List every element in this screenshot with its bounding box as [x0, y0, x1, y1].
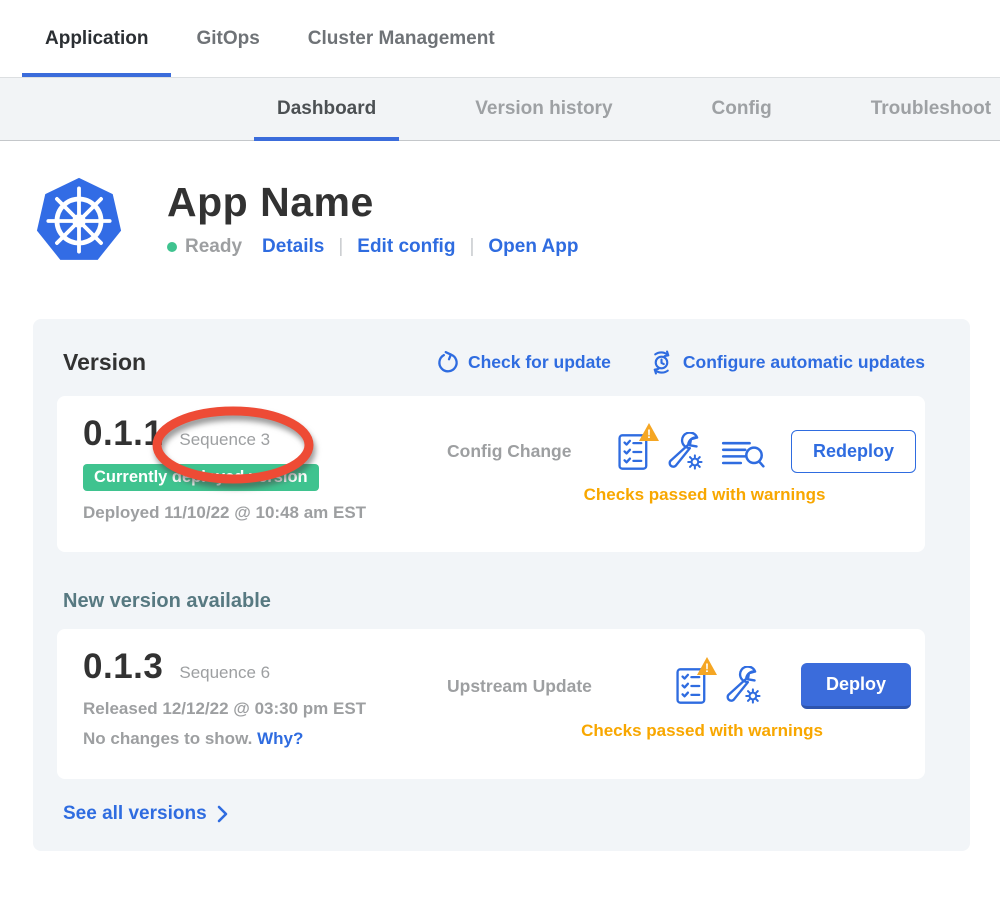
deployed-timestamp: Deployed 11/10/22 @ 10:48 am EST	[83, 503, 413, 523]
divider: |	[338, 236, 343, 258]
tab-version-history[interactable]: Version history	[452, 78, 635, 141]
version-source-label: Config Change	[447, 441, 617, 462]
available-version-card: 0.1.3 Sequence 6 Released 12/12/22 @ 03:…	[57, 629, 925, 779]
preflight-status-text: Checks passed with warnings	[584, 485, 826, 505]
new-version-heading: New version available	[63, 590, 925, 613]
svg-text:!: !	[705, 661, 709, 675]
redeploy-button[interactable]: Redeploy	[791, 430, 916, 473]
version-panel-title: Version	[63, 349, 146, 376]
configure-automatic-updates-label: Configure automatic updates	[683, 352, 925, 373]
tab-gitops[interactable]: GitOps	[173, 0, 282, 77]
kubernetes-logo	[33, 175, 125, 267]
status-badge: Ready	[185, 236, 242, 258]
released-timestamp: Released 12/12/22 @ 03:30 pm EST	[83, 699, 413, 719]
tab-application[interactable]: Application	[22, 0, 171, 77]
see-all-versions-label: See all versions	[63, 803, 207, 825]
tab-config[interactable]: Config	[689, 78, 795, 141]
open-app-link[interactable]: Open App	[488, 236, 578, 258]
tab-cluster-management[interactable]: Cluster Management	[285, 0, 518, 77]
deploy-button[interactable]: Deploy	[801, 663, 911, 709]
see-all-versions-link[interactable]: See all versions	[63, 803, 229, 825]
edit-config-icon[interactable]	[725, 666, 763, 706]
tab-dashboard[interactable]: Dashboard	[254, 78, 399, 141]
warning-triangle-icon: !	[638, 422, 660, 442]
primary-nav: Application GitOps Cluster Management	[0, 0, 1000, 77]
preflight-status-text: Checks passed with warnings	[581, 721, 823, 741]
app-sub-nav: Dashboard Version history Config Trouble…	[0, 77, 1000, 141]
details-link[interactable]: Details	[262, 236, 324, 258]
available-sequence-label: Sequence 6	[179, 663, 270, 683]
app-header: App Name Ready Details | Edit config | O…	[33, 175, 1000, 267]
edit-config-link[interactable]: Edit config	[357, 236, 455, 258]
check-for-update-button[interactable]: Check for update	[436, 351, 611, 374]
check-for-update-label: Check for update	[468, 352, 611, 373]
refresh-icon	[436, 351, 459, 374]
configure-automatic-updates-button[interactable]: Configure automatic updates	[649, 350, 925, 375]
version-panel: Version Check for update Configure	[33, 319, 970, 851]
status-dot	[167, 242, 177, 252]
version-source-label: Upstream Update	[447, 676, 617, 697]
currently-deployed-badge: Currently deployed version	[83, 464, 319, 491]
current-sequence-label: Sequence 3	[179, 430, 270, 450]
view-files-icon[interactable]	[721, 434, 765, 470]
current-version-number: 0.1.1	[83, 414, 163, 454]
no-changes-text: No changes to show.	[83, 729, 252, 748]
edit-config-icon[interactable]	[667, 432, 705, 472]
current-version-card: 0.1.1 Sequence 3 Currently deployed vers…	[57, 396, 925, 552]
preflight-checks-icon[interactable]: !	[675, 666, 709, 706]
chevron-right-icon	[215, 805, 229, 823]
svg-text:!: !	[647, 427, 651, 441]
why-link[interactable]: Why?	[257, 729, 303, 748]
divider: |	[469, 236, 474, 258]
page-title: App Name	[167, 179, 578, 226]
tab-troubleshoot[interactable]: Troubleshoot	[848, 78, 1000, 141]
warning-triangle-icon: !	[696, 656, 718, 676]
clock-refresh-icon	[649, 350, 674, 375]
available-version-number: 0.1.3	[83, 647, 163, 687]
preflight-checks-icon[interactable]: !	[617, 432, 651, 472]
